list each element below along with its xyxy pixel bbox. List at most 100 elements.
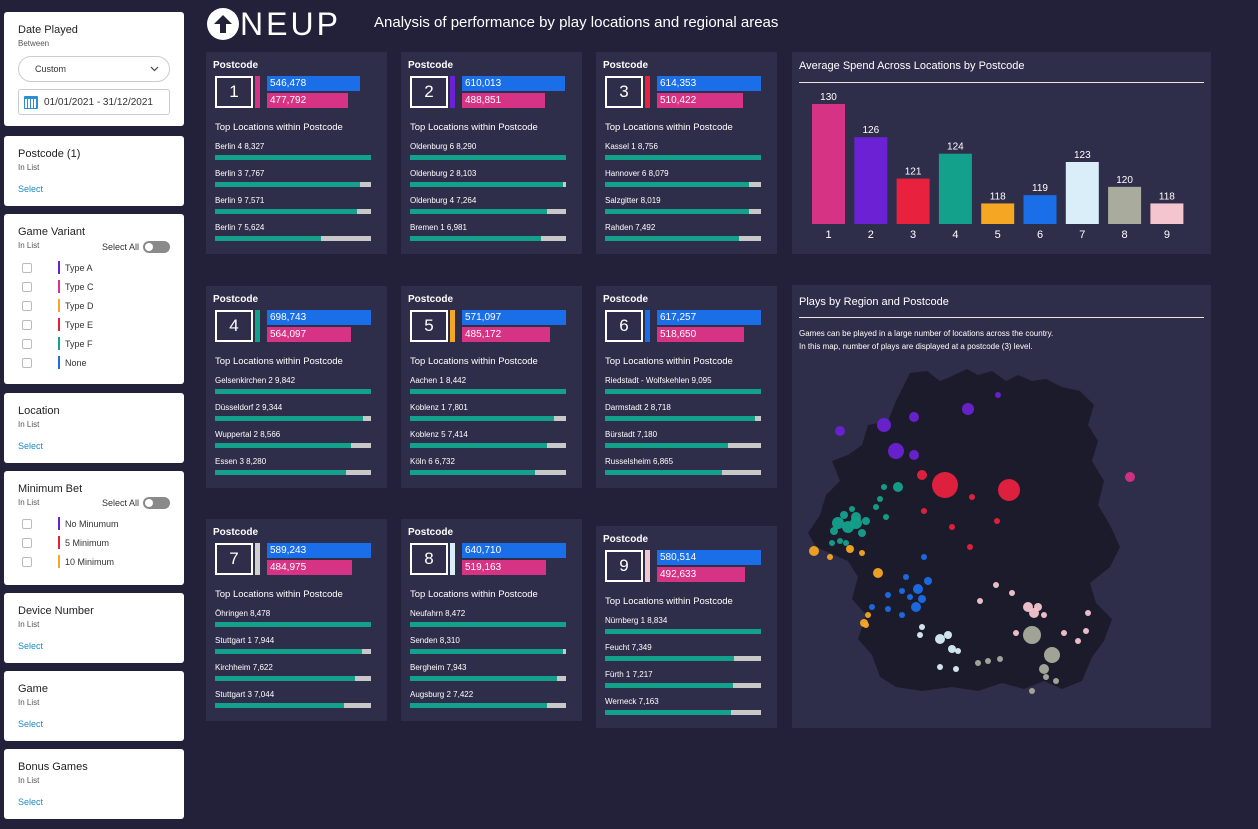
map-bubble[interactable]: [1009, 590, 1015, 596]
map-bubble[interactable]: [1085, 610, 1091, 616]
map-bubble[interactable]: [998, 479, 1020, 501]
map-bubble[interactable]: [881, 484, 887, 490]
checkbox[interactable]: [22, 338, 32, 349]
map-bubble[interactable]: [909, 450, 919, 460]
map-bubble[interactable]: [994, 518, 1000, 524]
map-bubble[interactable]: [993, 582, 999, 588]
filter-option[interactable]: Type A: [18, 258, 170, 277]
map-bubble[interactable]: [1023, 626, 1041, 644]
map-bubble[interactable]: [1043, 674, 1049, 680]
map-bubble[interactable]: [948, 645, 956, 653]
bar-9[interactable]: [1150, 203, 1184, 224]
map-bubble[interactable]: [953, 666, 959, 672]
map-bubble[interactable]: [919, 624, 925, 630]
bar-1[interactable]: [812, 104, 845, 224]
map-bubble[interactable]: [840, 511, 848, 519]
game-select-link[interactable]: Select: [18, 719, 170, 729]
select-all-toggle[interactable]: Select All: [102, 241, 170, 253]
map-bubble[interactable]: [967, 544, 973, 550]
date-mode-dropdown[interactable]: Custom: [18, 56, 170, 82]
map-bubble[interactable]: [837, 538, 843, 544]
map-bubble[interactable]: [1061, 630, 1067, 636]
bar-6[interactable]: [1023, 195, 1057, 224]
map-bubble[interactable]: [913, 584, 923, 594]
bar-5[interactable]: [981, 203, 1015, 224]
map-bubble[interactable]: [1039, 664, 1049, 674]
map-bubble[interactable]: [869, 604, 875, 610]
map-bubble[interactable]: [865, 612, 871, 618]
map-bubble[interactable]: [843, 540, 849, 546]
filter-option[interactable]: Type F: [18, 334, 170, 353]
map-bubble[interactable]: [893, 482, 903, 492]
filter-option[interactable]: 5 Minimum: [18, 533, 170, 552]
map-bubble[interactable]: [829, 540, 835, 546]
map-bubble[interactable]: [995, 392, 1001, 398]
map-bubble[interactable]: [877, 418, 891, 432]
checkbox[interactable]: [22, 518, 32, 529]
location-select-link[interactable]: Select: [18, 441, 170, 451]
filter-option[interactable]: Type E: [18, 315, 170, 334]
checkbox[interactable]: [22, 319, 32, 330]
bar-8[interactable]: [1108, 186, 1142, 224]
map-bubble[interactable]: [885, 592, 891, 598]
map-bubble[interactable]: [985, 658, 991, 664]
map-bubble[interactable]: [1053, 678, 1059, 684]
map-bubble[interactable]: [962, 403, 974, 415]
bonus-games-select-link[interactable]: Select: [18, 797, 170, 807]
map-bubble[interactable]: [851, 512, 861, 522]
bar-7[interactable]: [1065, 162, 1099, 224]
checkbox[interactable]: [22, 556, 32, 567]
checkbox[interactable]: [22, 300, 32, 311]
map-bubble[interactable]: [909, 412, 919, 422]
select-all-toggle[interactable]: Select All: [102, 497, 170, 509]
bar-2[interactable]: [854, 137, 888, 224]
map-bubble[interactable]: [944, 631, 952, 639]
map-bubble[interactable]: [863, 622, 869, 628]
map-bubble[interactable]: [899, 612, 905, 618]
checkbox[interactable]: [22, 537, 32, 548]
map-bubble[interactable]: [969, 494, 975, 500]
map-bubble[interactable]: [917, 470, 927, 480]
map-bubble[interactable]: [977, 598, 983, 604]
map-bubble[interactable]: [1013, 630, 1019, 636]
checkbox[interactable]: [22, 357, 32, 368]
map-bubble[interactable]: [921, 508, 927, 514]
map-bubble[interactable]: [924, 577, 932, 585]
date-range-field[interactable]: 01/01/2021 - 31/12/2021: [18, 89, 170, 115]
map-bubble[interactable]: [907, 594, 913, 600]
map-bubble[interactable]: [955, 648, 961, 654]
map-bubble[interactable]: [997, 656, 1003, 662]
map-bubble[interactable]: [809, 546, 819, 556]
filter-option[interactable]: None: [18, 353, 170, 372]
filter-option[interactable]: 10 Minimum: [18, 552, 170, 571]
map-bubble[interactable]: [862, 517, 870, 525]
device-number-select-link[interactable]: Select: [18, 641, 170, 651]
toggle-switch[interactable]: [143, 497, 170, 509]
map-bubble[interactable]: [899, 588, 905, 594]
toggle-switch[interactable]: [143, 241, 170, 253]
map-bubble[interactable]: [858, 529, 866, 537]
map-bubble[interactable]: [937, 664, 943, 670]
filter-option[interactable]: No Minumum: [18, 514, 170, 533]
map-bubble[interactable]: [1083, 628, 1089, 634]
map-bubble[interactable]: [849, 506, 855, 512]
map-bubble[interactable]: [1075, 638, 1081, 644]
bar-4[interactable]: [938, 153, 972, 224]
map-bubble[interactable]: [1029, 688, 1035, 694]
checkbox[interactable]: [22, 281, 32, 292]
map-bubble[interactable]: [903, 574, 909, 580]
map-bubble[interactable]: [873, 568, 883, 578]
checkbox[interactable]: [22, 262, 32, 273]
map-bubble[interactable]: [1041, 612, 1047, 618]
map-bubble[interactable]: [917, 632, 923, 638]
postcode-select-link[interactable]: Select: [18, 184, 170, 194]
map-bubble[interactable]: [918, 595, 926, 603]
map-bubble[interactable]: [911, 602, 921, 612]
map-bubble[interactable]: [827, 554, 833, 560]
map-bubble[interactable]: [835, 426, 845, 436]
map-bubble[interactable]: [1044, 647, 1060, 663]
map-bubble[interactable]: [975, 660, 981, 666]
map-bubble[interactable]: [888, 443, 904, 459]
map-bubble[interactable]: [846, 545, 854, 553]
map-bubble[interactable]: [873, 504, 879, 510]
